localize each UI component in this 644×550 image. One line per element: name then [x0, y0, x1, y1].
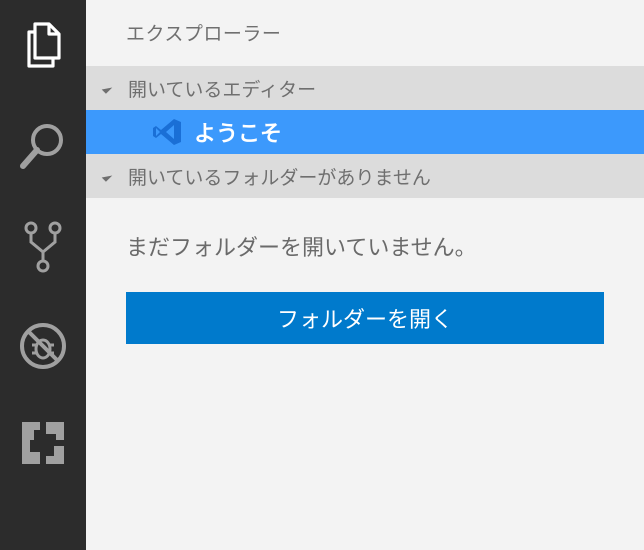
source-control-icon — [24, 221, 62, 273]
activity-bar — [0, 0, 86, 550]
no-folder-header[interactable]: 開いているフォルダーがありません — [86, 154, 644, 198]
activity-source-control[interactable] — [0, 220, 86, 320]
no-folder-content: まだフォルダーを開いていません。 フォルダーを開く — [86, 198, 644, 344]
activity-extensions[interactable] — [0, 420, 86, 520]
collapse-arrow-icon — [101, 82, 113, 94]
sidebar-title: エクスプローラー — [126, 22, 282, 45]
activity-explorer[interactable] — [0, 20, 86, 120]
open-editors-label: 開いているエディター — [128, 78, 317, 101]
files-icon — [27, 22, 61, 68]
extensions-icon — [22, 422, 64, 464]
activity-debug[interactable] — [0, 320, 86, 420]
open-editors-header[interactable]: 開いているエディター — [86, 66, 644, 110]
open-editor-item-welcome[interactable]: ようこそ — [86, 110, 644, 154]
no-folder-label: 開いているフォルダーがありません — [128, 166, 431, 189]
activity-search[interactable] — [0, 120, 86, 220]
no-folder-message: まだフォルダーを開いていません。 — [126, 236, 477, 261]
explorer-sidebar: エクスプローラー 開いているエディター ようこそ 開いているフォルダーがありませ… — [86, 0, 644, 550]
open-folder-button[interactable]: フォルダーを開く — [126, 292, 604, 344]
collapse-arrow-icon — [101, 170, 113, 182]
open-editor-label: ようこそ — [194, 122, 283, 147]
vscode-icon — [153, 119, 181, 145]
debug-icon — [20, 323, 66, 369]
search-icon — [20, 124, 63, 169]
